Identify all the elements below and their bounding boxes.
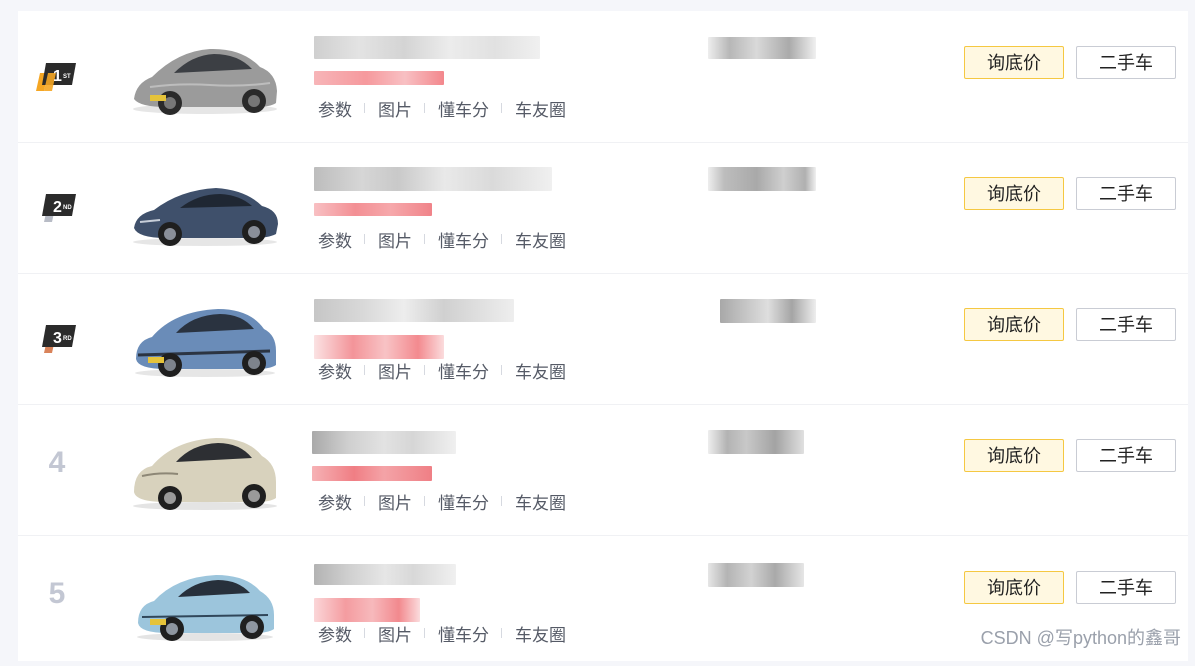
params-link[interactable]: 参数 [318, 621, 352, 646]
score-link[interactable]: 懂车分 [438, 227, 489, 252]
ranking-row[interactable]: 2 ND 参数 图片 懂车分 车友圈 询底价 二手车 [18, 142, 1188, 274]
blurred-car-name [314, 36, 540, 59]
community-link[interactable]: 车友圈 [515, 489, 566, 514]
link-divider [424, 496, 425, 506]
blurred-price [720, 299, 816, 323]
photos-link[interactable]: 图片 [378, 227, 412, 252]
blurred-car-tag [314, 71, 444, 85]
photos-link[interactable]: 图片 [378, 489, 412, 514]
rank-number: 2 [53, 199, 62, 216]
row-links: 参数 图片 懂车分 车友圈 [318, 97, 566, 119]
params-link[interactable]: 参数 [318, 489, 352, 514]
link-divider [501, 103, 502, 113]
link-divider [424, 234, 425, 244]
photos-link[interactable]: 图片 [378, 96, 412, 121]
link-divider [501, 496, 502, 506]
blurred-car-name [314, 167, 552, 191]
ask-price-button[interactable]: 询底价 [964, 439, 1064, 472]
params-link[interactable]: 参数 [318, 96, 352, 121]
ranking-list: 1 ST 参数 图片 懂车分 车友圈 询底价 二手车 [18, 11, 1188, 661]
link-divider [501, 628, 502, 638]
car-suv-blue-icon[interactable] [130, 295, 280, 381]
link-divider [501, 234, 502, 244]
used-car-button[interactable]: 二手车 [1076, 571, 1176, 604]
blurred-car-name [314, 564, 456, 585]
car-compact-lightblue-icon[interactable] [130, 557, 280, 643]
community-link[interactable]: 车友圈 [515, 621, 566, 646]
score-link[interactable]: 懂车分 [438, 489, 489, 514]
community-link[interactable]: 车友圈 [515, 358, 566, 383]
link-divider [364, 496, 365, 506]
blurred-price [708, 430, 804, 454]
score-link[interactable]: 懂车分 [438, 96, 489, 121]
car-hatchback-champagne-icon[interactable] [130, 426, 280, 512]
blurred-price [708, 563, 804, 587]
car-crossover-gray-icon[interactable] [130, 33, 280, 119]
link-divider [501, 365, 502, 375]
params-link[interactable]: 参数 [318, 358, 352, 383]
blurred-price [708, 167, 816, 191]
rank-number: 3 [53, 330, 62, 347]
ranking-row[interactable]: 1 ST 参数 图片 懂车分 车友圈 询底价 二手车 [18, 11, 1188, 143]
score-link[interactable]: 懂车分 [438, 621, 489, 646]
used-car-button[interactable]: 二手车 [1076, 308, 1176, 341]
row-links: 参数 图片 懂车分 车友圈 [318, 228, 566, 250]
rank-suffix: RD [63, 336, 72, 342]
ask-price-button[interactable]: 询底价 [964, 177, 1064, 210]
ranking-row[interactable]: 3 RD 参数 图片 懂车分 车友圈 询底价 二手车 [18, 273, 1188, 405]
blurred-price [708, 37, 816, 59]
ask-price-button[interactable]: 询底价 [964, 571, 1064, 604]
rank-3-badge: 3 RD [34, 323, 78, 355]
ask-price-button[interactable]: 询底价 [964, 308, 1064, 341]
used-car-button[interactable]: 二手车 [1076, 177, 1176, 210]
rank-suffix: ST [63, 74, 71, 80]
score-link[interactable]: 懂车分 [438, 358, 489, 383]
blurred-car-tag [314, 335, 444, 359]
photos-link[interactable]: 图片 [378, 621, 412, 646]
rank-number: 5 [42, 577, 72, 611]
ranking-row[interactable]: 4 参数 图片 懂车分 车友圈 询底价 二手车 [18, 404, 1188, 536]
used-car-button[interactable]: 二手车 [1076, 439, 1176, 472]
link-divider [424, 103, 425, 113]
link-divider [424, 628, 425, 638]
rank-2-badge: 2 ND [34, 192, 78, 224]
rank-number: 4 [42, 446, 72, 480]
rank-1-badge: 1 ST [34, 61, 78, 93]
photos-link[interactable]: 图片 [378, 358, 412, 383]
watermark-text: CSDN @写python的鑫哥 [981, 624, 1181, 650]
link-divider [424, 365, 425, 375]
used-car-button[interactable]: 二手车 [1076, 46, 1176, 79]
blurred-car-tag [314, 598, 420, 622]
blurred-car-tag [314, 203, 432, 216]
blurred-car-tag [312, 466, 432, 481]
rank-number: 1 [53, 68, 62, 85]
rank-suffix: ND [63, 205, 72, 211]
blurred-car-name [312, 431, 456, 454]
link-divider [364, 103, 365, 113]
car-sedan-blue-icon[interactable] [130, 164, 280, 250]
link-divider [364, 365, 365, 375]
row-links: 参数 图片 懂车分 车友圈 [318, 359, 566, 381]
row-links: 参数 图片 懂车分 车友圈 [318, 490, 566, 512]
blurred-car-name [314, 299, 514, 322]
row-links: 参数 图片 懂车分 车友圈 [318, 622, 566, 644]
params-link[interactable]: 参数 [318, 227, 352, 252]
community-link[interactable]: 车友圈 [515, 96, 566, 121]
link-divider [364, 628, 365, 638]
community-link[interactable]: 车友圈 [515, 227, 566, 252]
link-divider [364, 234, 365, 244]
ask-price-button[interactable]: 询底价 [964, 46, 1064, 79]
